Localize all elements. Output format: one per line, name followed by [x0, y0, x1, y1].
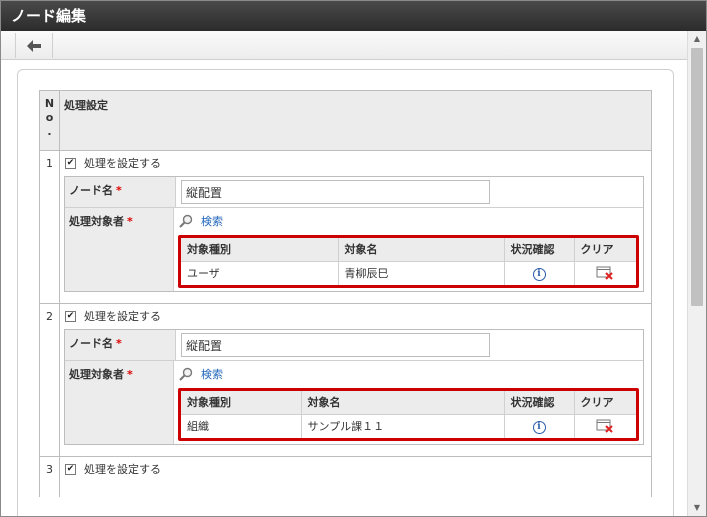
table-row: 3 ✔ 処理を設定する — [40, 457, 651, 497]
toolbar — [1, 31, 687, 60]
table-row: 2 ✔ 処理を設定する ノード名* 処理対象者* — [40, 304, 651, 457]
required-mark: * — [127, 215, 133, 228]
table-row: 1 ✔ 処理を設定する ノード名* 処理対象者* — [40, 151, 651, 304]
th-clear: クリア — [574, 238, 636, 262]
node-name-input[interactable] — [181, 180, 490, 204]
target-person-label: 処理対象者 * — [65, 208, 174, 291]
row-number: 3 — [40, 457, 60, 497]
info-icon[interactable]: i — [532, 267, 546, 281]
node-name-label: ノード名 * — [65, 177, 176, 207]
target-name-cell: サンプル課１１ — [301, 414, 505, 438]
th-target-name: 対象名 — [338, 238, 505, 262]
th-target-type: 対象種別 — [181, 238, 339, 262]
node-name-label: ノード名 * — [65, 330, 176, 360]
search-link[interactable]: 検索 — [179, 365, 639, 383]
set-process-checkbox[interactable]: ✔ — [65, 157, 76, 169]
set-process-checkbox[interactable]: ✔ — [65, 463, 76, 475]
scroll-down-arrow-icon[interactable]: ▼ — [688, 500, 706, 516]
col-header-no: No. — [40, 91, 60, 150]
clear-icon[interactable] — [596, 419, 614, 433]
target-row: ユーザ 青柳辰巳 i — [181, 261, 636, 285]
info-icon[interactable]: i — [532, 420, 546, 434]
row-number: 1 — [40, 151, 60, 303]
back-button[interactable] — [15, 33, 53, 58]
th-status-check: 状況確認 — [504, 391, 575, 415]
th-clear: クリア — [574, 391, 636, 415]
target-table: 対象種別 対象名 状況確認 クリア ユーザ 青柳辰巳 i — [181, 238, 636, 285]
set-process-label: 処理を設定する — [84, 310, 161, 323]
th-target-type: 対象種別 — [181, 391, 302, 415]
set-process-label: 処理を設定する — [84, 463, 161, 476]
search-link[interactable]: 検索 — [179, 212, 639, 230]
node-name-input[interactable] — [181, 333, 490, 357]
grid-header: No. 処理設定 — [40, 90, 651, 151]
vertical-scrollbar[interactable]: ▲ ▼ — [687, 31, 706, 516]
node-edit-window: ノード編集 ▲ ▼ No. 処理設定 1 ✔ 処理を設定する ノード名 * 縦配… — [0, 0, 707, 517]
clear-icon[interactable] — [596, 266, 614, 280]
required-mark: * — [116, 337, 122, 350]
required-mark: * — [116, 184, 122, 197]
target-person-label: 処理対象者 * — [65, 361, 174, 444]
target-table-highlight: 対象種別 対象名 状況確認 クリア 組織 サンプル課１１ i — [178, 388, 639, 441]
process-settings-grid: No. 処理設定 1 ✔ 処理を設定する ノード名* 処理対象者* — [39, 90, 652, 497]
target-type-cell: ユーザ — [181, 261, 339, 285]
scrollbar-thumb[interactable] — [691, 48, 703, 306]
set-process-checkbox[interactable]: ✔ — [65, 310, 76, 322]
target-table: 対象種別 対象名 状況確認 クリア 組織 サンプル課１１ i — [181, 391, 636, 438]
magnifier-icon — [179, 367, 193, 381]
magnifier-icon — [179, 214, 193, 228]
scroll-up-arrow-icon[interactable]: ▲ — [688, 31, 706, 47]
target-name-cell: 青柳辰巳 — [338, 261, 505, 285]
col-header-setting: 処理設定 — [64, 99, 108, 112]
target-type-cell: 組織 — [181, 414, 302, 438]
row-number: 2 — [40, 304, 60, 456]
target-row: 組織 サンプル課１１ i — [181, 414, 636, 438]
required-mark: * — [127, 368, 133, 381]
node-settings-form: ノード名* 処理対象者* 検索 — [64, 176, 644, 292]
set-process-label: 処理を設定する — [84, 157, 161, 170]
arrow-left-icon — [27, 39, 41, 52]
node-settings-form: ノード名* 処理対象者* 検索 — [64, 329, 644, 445]
th-status-check: 状況確認 — [504, 238, 575, 262]
window-title: ノード編集 — [1, 1, 706, 31]
th-target-name: 対象名 — [301, 391, 505, 415]
target-table-highlight: 対象種別 対象名 状況確認 クリア ユーザ 青柳辰巳 i — [178, 235, 639, 288]
